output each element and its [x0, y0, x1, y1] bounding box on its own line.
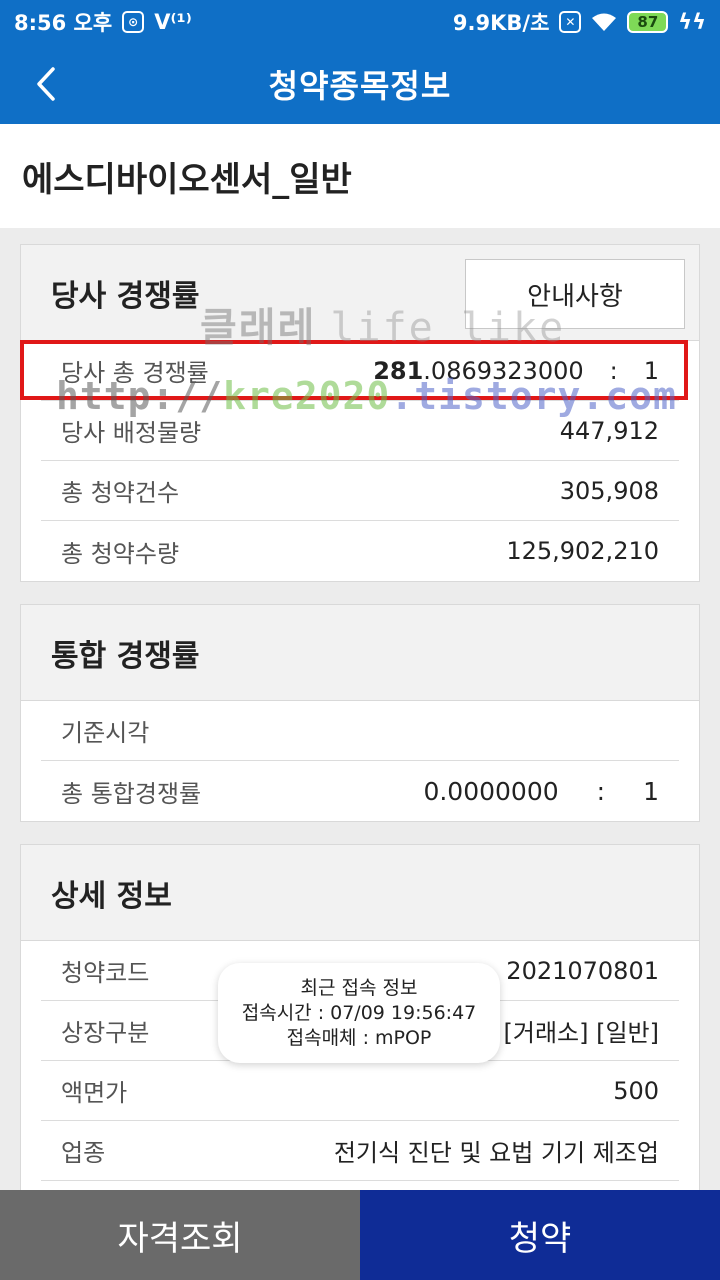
status-bar: 8:56 오후 ⊙ V⁽¹⁾ 9.9KB/초 ✕ 87 ϟϟ [0, 0, 720, 44]
network-speed: 9.9KB/초 [452, 11, 550, 35]
status-left: 8:56 오후 ⊙ V⁽¹⁾ [14, 7, 192, 37]
total-rate-sep: : [609, 356, 618, 385]
detail-label: 업종 [61, 1139, 106, 1167]
detail-row: 액면가 500 [41, 1061, 679, 1121]
toast-media: 접속매체 : mPOP [286, 1026, 432, 1049]
qualification-button[interactable]: 자격조회 [0, 1190, 360, 1280]
app-icon: ⊙ [122, 11, 145, 33]
detail-label: 상장구분 [61, 1019, 150, 1047]
base-time-label: 기준시각 [61, 719, 150, 747]
toast-title: 최근 접속 정보 [300, 976, 418, 999]
integrated-total-value: 0.0000000 : 1 [423, 777, 659, 806]
allocation-label: 당사 배정물량 [61, 419, 202, 447]
applications-label: 총 청약건수 [61, 479, 180, 507]
quantity-value: 125,902,210 [506, 537, 659, 565]
bottom-bar: 자격조회 청약 [0, 1190, 720, 1280]
battery-icon: 87 [627, 11, 669, 33]
integrated-total-ratio: 1 [643, 776, 659, 806]
detail-label: 청약코드 [61, 959, 150, 987]
toast-time: 접속시간 : 07/09 19:56:47 [241, 1001, 477, 1024]
allocation-row: 당사 배정물량 447,912 [41, 401, 679, 461]
status-right: 9.9KB/초 ✕ 87 ϟϟ [453, 7, 706, 37]
watermark-tagline: life like [330, 305, 566, 351]
recent-access-toast: 최근 접속 정보 접속시간 : 07/09 19:56:47 접속매체 : mP… [218, 963, 500, 1063]
detail-label: 액면가 [61, 1079, 128, 1107]
total-rate-frac: .0869323000 [423, 356, 584, 385]
detail-value: 500 [613, 1076, 659, 1105]
integrated-total-label: 총 통합경쟁률 [61, 779, 202, 808]
charging-icon: ϟϟ [678, 10, 706, 34]
watermark-brand: 클래레 life like [200, 295, 565, 353]
back-button[interactable] [24, 62, 68, 106]
quantity-label: 총 청약수량 [61, 539, 180, 568]
detail-row: 업종 전기식 진단 및 요법 기기 제조업 [41, 1121, 679, 1181]
subscribe-label: 청약 [508, 1218, 572, 1259]
details-header: 상세 정보 [21, 845, 699, 941]
chevron-left-icon [37, 67, 55, 101]
detail-value: [거래소] [일반] [503, 1019, 659, 1047]
v-icon: V⁽¹⁾ [154, 10, 192, 34]
total-rate-ratio: 1 [643, 356, 659, 385]
app-header: 청약종목정보 [0, 44, 720, 124]
allocation-value: 447,912 [559, 416, 659, 445]
integrated-total-row: 총 통합경쟁률 0.0000000 : 1 [41, 761, 679, 821]
applications-value: 305,908 [559, 476, 659, 505]
stock-name: 에스디바이오센서_일반 [0, 124, 720, 228]
watermark-name: 클래레 [200, 305, 317, 351]
total-rate-int: 281 [373, 356, 424, 385]
integrated-competition-card: 통합 경쟁률 기준시각 총 통합경쟁률 0.0000000 : 1 [20, 604, 700, 822]
wifi-icon [591, 12, 617, 32]
page-title: 청약종목정보 [268, 67, 452, 105]
subscribe-button[interactable]: 청약 [360, 1190, 720, 1280]
quantity-row: 총 청약수량 125,902,210 [41, 521, 679, 581]
qualification-label: 자격조회 [117, 1218, 243, 1259]
stock-name-text: 에스디바이오센서_일반 [22, 159, 352, 200]
base-time-row: 기준시각 [41, 701, 679, 761]
integrated-total-number: 0.0000000 [423, 776, 559, 806]
sim-x-icon: ✕ [559, 11, 582, 33]
integrated-total-sep: : [596, 776, 606, 806]
battery-level: 87 [637, 13, 659, 31]
total-rate-value: 281 .0869323000 : 1 [373, 357, 659, 385]
total-rate-label: 당사 총 경쟁률 [61, 359, 209, 387]
integrated-competition-title: 통합 경쟁률 [51, 638, 200, 674]
applications-row: 총 청약건수 305,908 [41, 461, 679, 521]
status-time: 8:56 오후 [14, 11, 113, 35]
company-competition-title: 당사 경쟁률 [51, 278, 200, 314]
detail-value: 2021070801 [506, 956, 659, 985]
detail-value: 전기식 진단 및 요법 기기 제조업 [333, 1139, 659, 1167]
details-title: 상세 정보 [51, 878, 172, 914]
integrated-competition-header: 통합 경쟁률 [21, 605, 699, 701]
